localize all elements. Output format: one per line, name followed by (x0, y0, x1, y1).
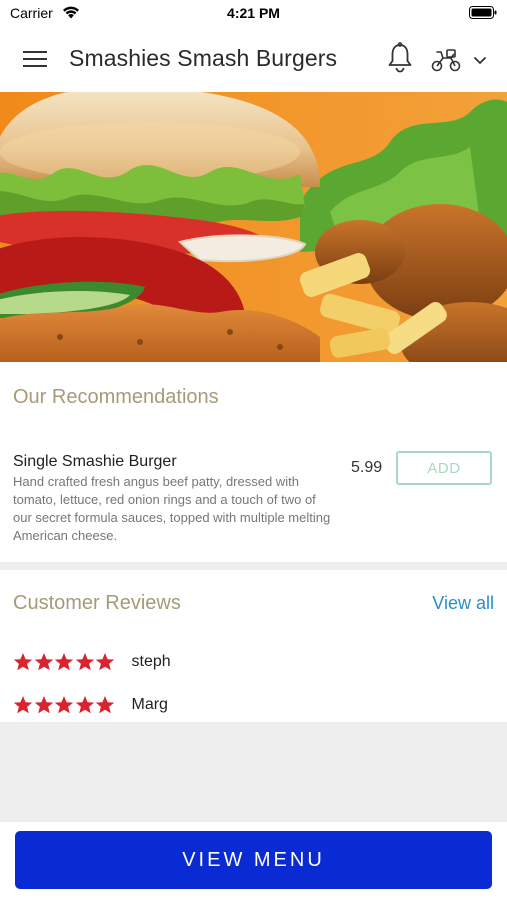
star-icon (75, 653, 94, 671)
star-icon (54, 696, 74, 714)
star-icon (13, 653, 33, 671)
hero-food-image (0, 92, 507, 362)
hero-illustration (0, 92, 507, 362)
reviewer-name: Marg (131, 696, 168, 713)
recommendations-heading: Our Recommendations (13, 386, 219, 408)
star-icon (13, 696, 33, 714)
view-all-reviews-link[interactable]: View all (432, 593, 494, 614)
status-time: 4:21 PM (227, 5, 280, 21)
star-icon (95, 653, 115, 671)
star-icon (95, 696, 115, 714)
reviews-section: Customer Reviews View all steph Marg (0, 570, 507, 722)
review-row: Marg (13, 693, 168, 717)
star-rating (13, 695, 116, 715)
bell-icon[interactable] (386, 42, 414, 74)
app-title: Smashies Smash Burgers (69, 45, 338, 71)
footer-bar: VIEW MENU (0, 822, 507, 900)
add-to-cart-button[interactable]: ADD (396, 451, 492, 485)
reviews-heading: Customer Reviews (13, 592, 181, 614)
battery-icon (469, 6, 497, 19)
star-icon (54, 653, 74, 671)
star-icon (34, 653, 53, 671)
star-rating (13, 652, 116, 672)
star-icon (34, 696, 53, 714)
view-menu-button[interactable]: VIEW MENU (15, 831, 492, 889)
menu-icon[interactable] (22, 48, 48, 70)
reviewer-name: steph (131, 653, 171, 670)
recommendations-section: Our Recommendations Single Smashie Burge… (0, 362, 507, 562)
status-bar: Carrier 4:21 PM (0, 0, 507, 26)
chevron-down-icon[interactable] (472, 54, 488, 66)
delivery-icon[interactable] (430, 47, 462, 73)
review-row: steph (13, 650, 171, 674)
item-price: 5.99 (351, 459, 383, 476)
item-description: Hand crafted fresh angus beef patty, dre… (13, 474, 331, 543)
item-name[interactable]: Single Smashie Burger (13, 453, 177, 471)
section-divider (0, 562, 507, 570)
app-header: Smashies Smash Burgers (0, 26, 507, 92)
empty-content-area (0, 722, 507, 822)
star-icon (75, 696, 94, 714)
